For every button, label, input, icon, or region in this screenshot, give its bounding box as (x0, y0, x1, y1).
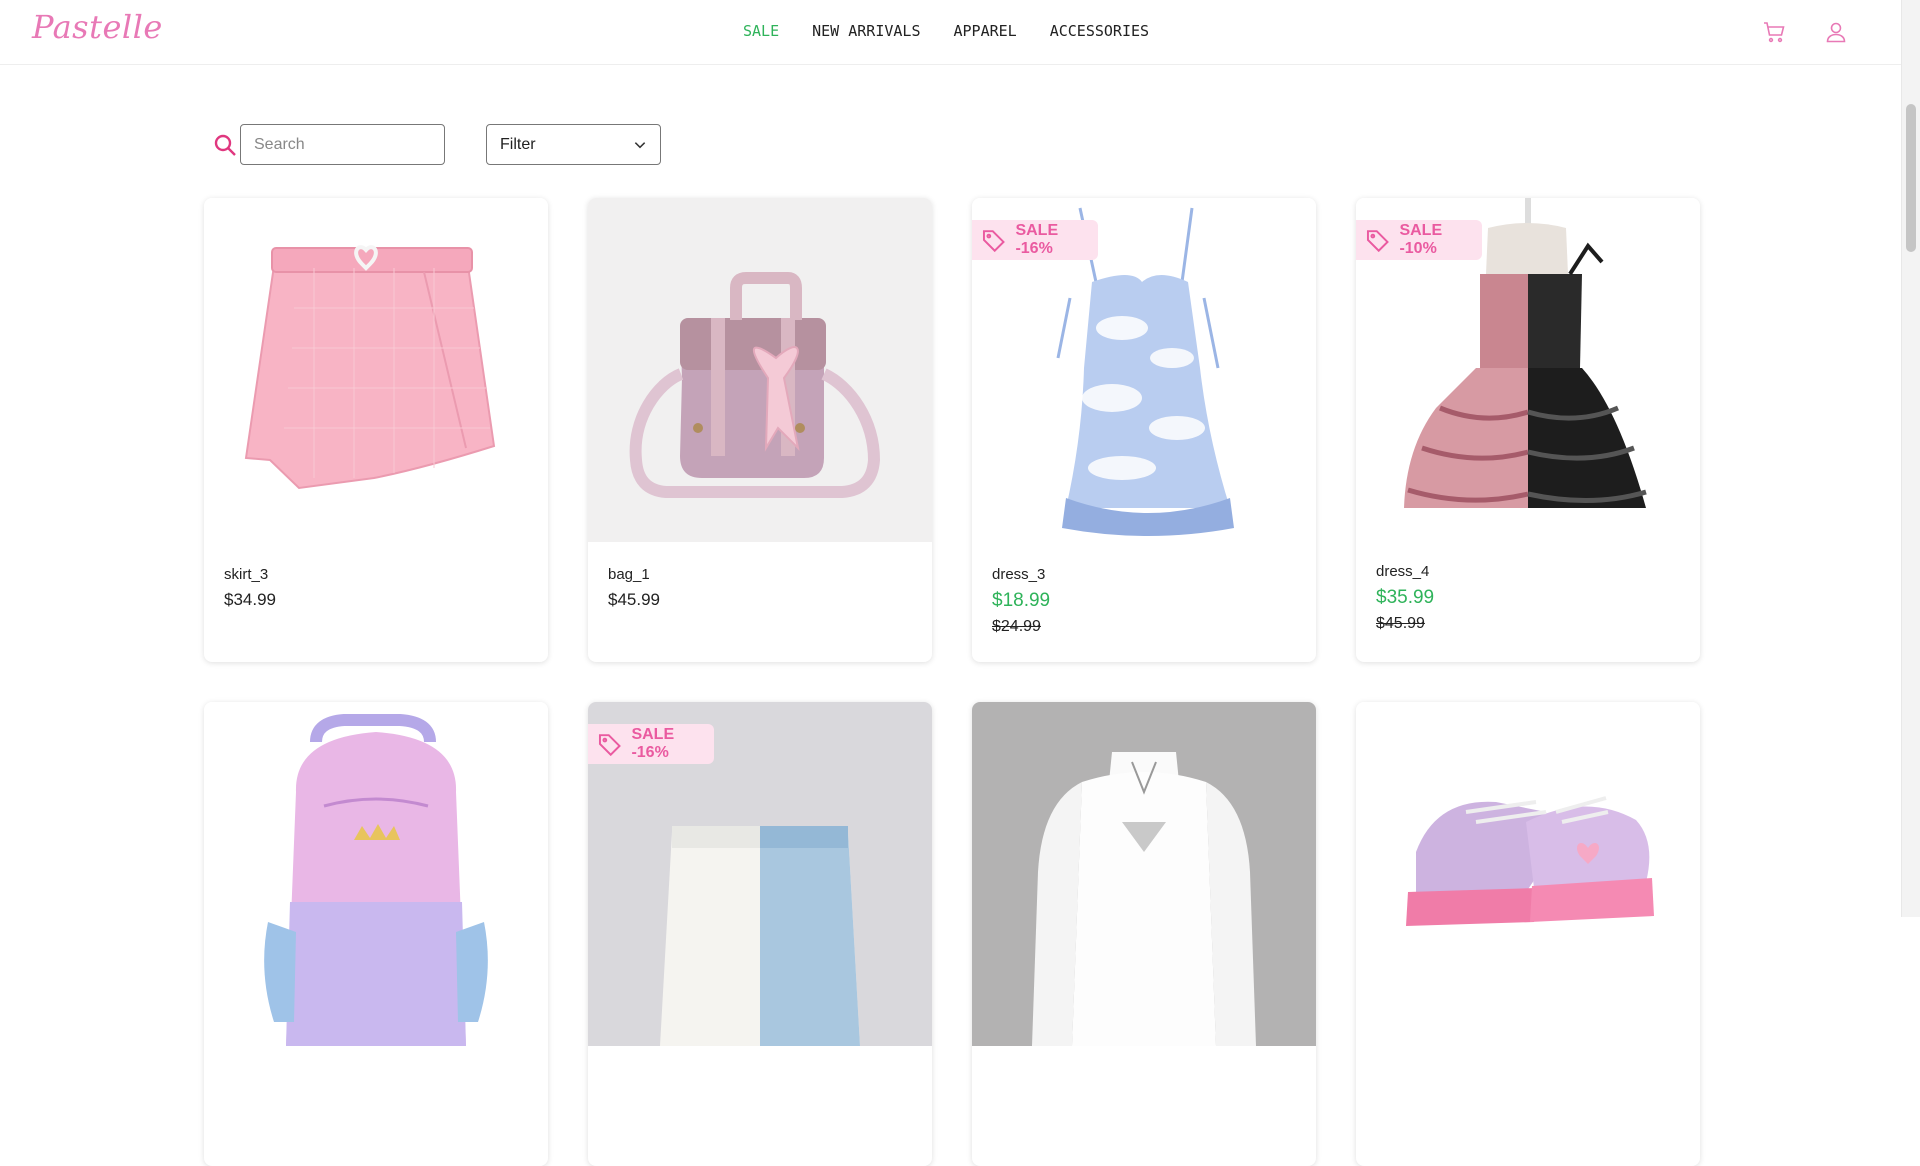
scrollbar-thumb[interactable] (1906, 104, 1916, 252)
main-nav: SALE NEW ARRIVALS APPAREL ACCESSORIES (743, 22, 1149, 40)
product-price: $45.99 (608, 590, 660, 609)
search-icon[interactable] (213, 133, 237, 157)
product-original-price: $45.99 (1376, 615, 1425, 632)
product-sale-price: $35.99 (1376, 587, 1435, 608)
price-tag-icon (598, 734, 621, 756)
product-name: dress_3 (992, 566, 1046, 583)
sale-badge-label: SALE -16% (631, 726, 675, 761)
product-name: bag_1 (608, 566, 650, 583)
price-tag-icon (1366, 230, 1389, 252)
product-image (588, 198, 932, 542)
page-scrollbar[interactable] (1901, 0, 1920, 917)
sale-badge: SALE -16% (972, 220, 1098, 260)
product-card[interactable]: SALE -16% (588, 702, 932, 1166)
brand-logo[interactable]: Pastelle (32, 8, 163, 46)
product-image (972, 702, 1316, 1046)
filter-select[interactable]: Filter (486, 124, 661, 165)
product-image (204, 198, 548, 542)
product-card[interactable]: SALE -16% dress_3 $18.99 $24.99 (972, 198, 1316, 662)
chevron-down-icon (634, 141, 646, 148)
product-card[interactable]: bag_1 $45.99 (588, 198, 932, 662)
header-actions (1762, 20, 1848, 44)
filter-label: Filter (500, 135, 536, 153)
product-card[interactable]: skirt_3 $34.99 (204, 198, 548, 662)
top-navigation-bar: Pastelle SALE NEW ARRIVALS APPAREL ACCES… (0, 0, 1902, 65)
sale-badge-label: SALE -10% (1399, 222, 1443, 257)
user-icon[interactable] (1824, 20, 1848, 44)
nav-accessories[interactable]: ACCESSORIES (1050, 22, 1149, 40)
product-name: skirt_3 (224, 566, 269, 583)
price-tag-icon (982, 230, 1005, 252)
product-card[interactable] (1356, 702, 1700, 1166)
sale-badge: SALE -10% (1356, 220, 1482, 260)
search-input[interactable] (240, 124, 445, 165)
product-price: $34.99 (224, 590, 276, 609)
product-card[interactable] (204, 702, 548, 1166)
product-sale-price: $18.99 (992, 590, 1051, 611)
product-card[interactable]: SALE -10% dress_4 $35.99 $45.99 (1356, 198, 1700, 662)
nav-sale[interactable]: SALE (743, 22, 779, 40)
product-name: dress_4 (1376, 563, 1430, 580)
sale-badge: SALE -16% (588, 724, 714, 764)
product-card[interactable] (972, 702, 1316, 1166)
product-image (204, 702, 548, 1046)
sale-badge-label: SALE -16% (1015, 222, 1059, 257)
product-image (1356, 702, 1700, 1046)
nav-new-arrivals[interactable]: NEW ARRIVALS (812, 22, 920, 40)
product-original-price: $24.99 (992, 618, 1041, 635)
cart-icon[interactable] (1762, 20, 1786, 44)
nav-apparel[interactable]: APPAREL (954, 22, 1017, 40)
